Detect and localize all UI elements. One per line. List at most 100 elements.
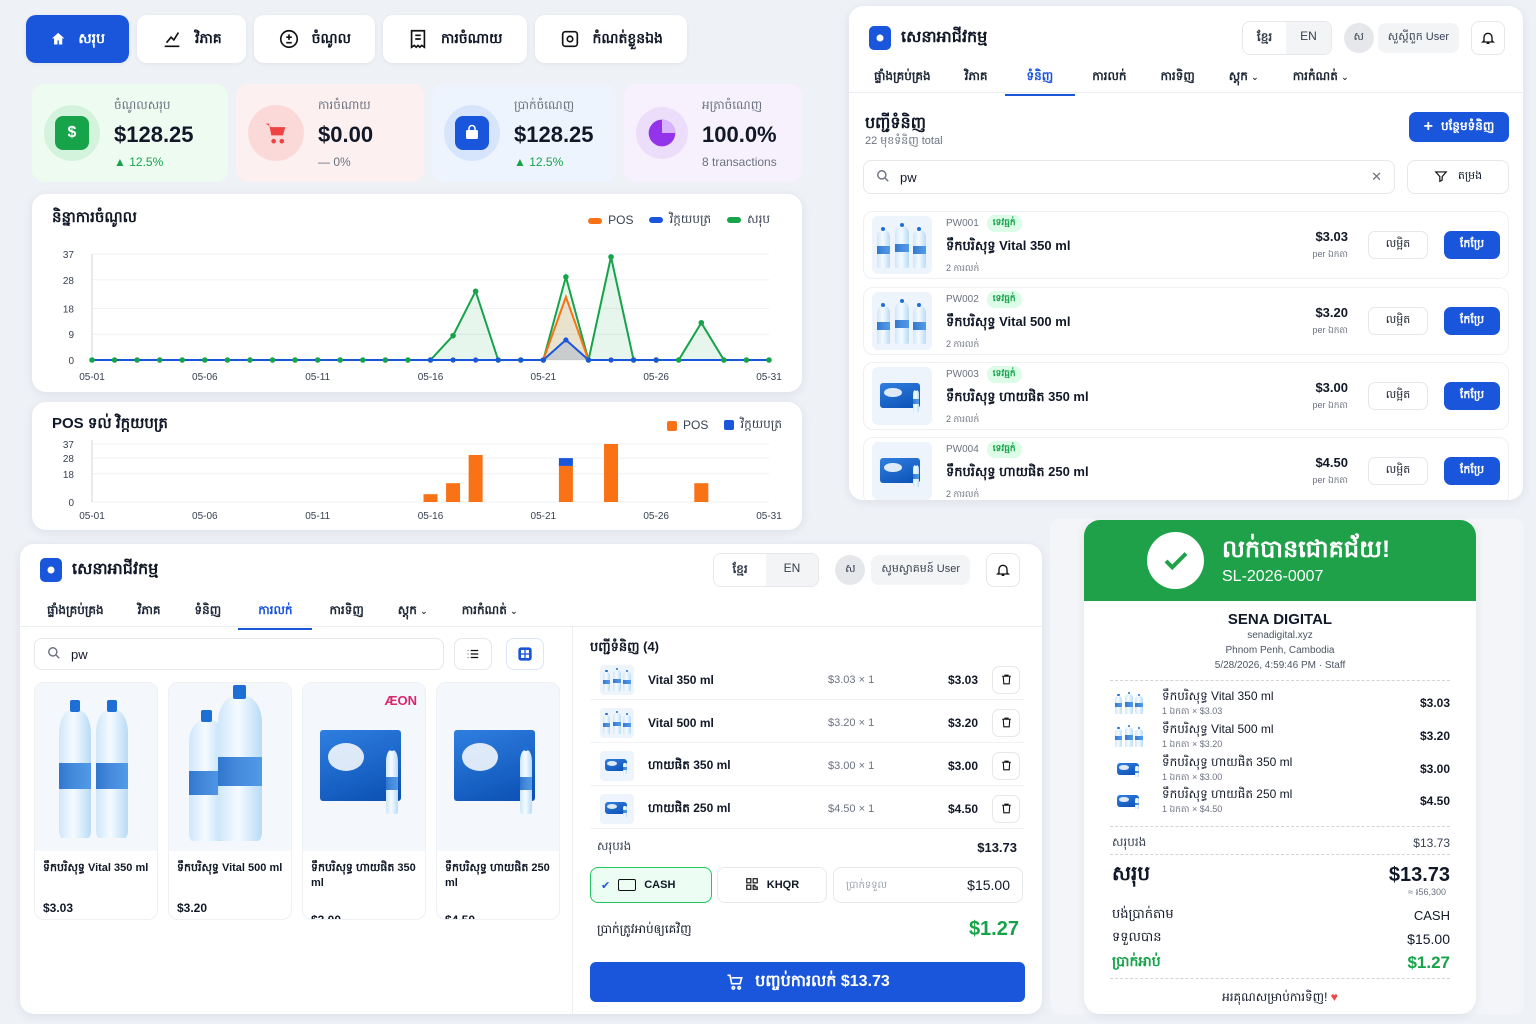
lang-en-option[interactable]: EN xyxy=(1286,22,1331,54)
data-point xyxy=(472,288,479,295)
receipt-item-name: ទឹកបរិសុទ្ធ Vital 500 ml xyxy=(1162,721,1274,736)
tab-analytics[interactable]: វិភាគ xyxy=(948,58,1005,96)
view-details-button[interactable]: លម្អិត xyxy=(1368,457,1428,485)
cart-item-name: Vital 350 ml xyxy=(648,672,714,687)
tab-dashboard[interactable]: ផ្ទាំងគ្រប់គ្រង xyxy=(30,592,121,630)
receipt-item-name: ទឹកបរិសុទ្ធ Vital 350 ml xyxy=(1162,688,1274,703)
bar xyxy=(694,483,709,502)
tab-purchases[interactable]: ការទិញ xyxy=(1143,58,1211,96)
product-name: ទឹកបរិសុទ្ធ ហាយផិត 350 ml xyxy=(946,388,1089,404)
user-menu[interactable]: សួស្តីពួក User xyxy=(1377,23,1459,53)
stat-card-expenses: ការចំណាយ $0.00 — 0% xyxy=(236,84,424,182)
product-card[interactable]: ÆON ទឹកបរិសុទ្ធ ហាយផិត 350 ml $3.00 xyxy=(302,682,426,920)
pay-cash-button[interactable]: ✔ CASH xyxy=(590,867,712,903)
edit-product-button[interactable]: កែប្រែ xyxy=(1444,231,1500,259)
product-row[interactable]: PW002 ទេវធ្មក់ ទឹកបរិសុទ្ធ Vital 500 ml 2 ក… xyxy=(863,287,1509,355)
grid-view-button[interactable] xyxy=(506,638,544,670)
nav-settings[interactable]: កំណត់ខ្លួនឯង xyxy=(534,15,687,63)
brand-logo: ÆON xyxy=(384,693,418,708)
receipt-method: បង់ប្រាក់តាម CASH xyxy=(1112,906,1450,923)
edit-product-button[interactable]: កែប្រែ xyxy=(1444,307,1500,335)
tab-stock[interactable]: ស្តុក ⌄ xyxy=(381,592,445,630)
view-details-button[interactable]: លម្អិត xyxy=(1368,382,1428,410)
list-view-button[interactable] xyxy=(454,638,492,670)
pay-khqr-button[interactable]: KHQR xyxy=(717,867,827,903)
user-menu[interactable]: សូមស្វាគមន៍ User xyxy=(871,555,970,585)
nav-overview[interactable]: សរុប xyxy=(26,15,129,63)
receipt-item-thumbnail xyxy=(1112,689,1146,717)
data-point xyxy=(450,357,456,363)
series-line xyxy=(92,338,769,361)
product-name: ទឹកបរិសុទ្ធ Vital 350 ml xyxy=(946,237,1071,253)
product-row[interactable]: PW004 ទេវធ្មក់ ទឹកបរិសុទ្ធ ហាយផិត 250 ml 2 … xyxy=(863,437,1509,500)
product-row[interactable]: PW003 ទេវធ្មក់ ទឹកបរិសុទ្ធ ហាយផិត 350 ml 2 … xyxy=(863,362,1509,430)
add-product-button[interactable]: + បន្ថែមទំនិញ xyxy=(1409,112,1509,142)
search-icon xyxy=(47,646,61,663)
tab-dashboard[interactable]: ផ្ទាំងគ្រប់គ្រង xyxy=(857,58,948,96)
cash-received-input[interactable]: ប្រាក់ទទួល $15.00 xyxy=(833,867,1023,903)
product-price: $3.00 xyxy=(1315,379,1348,395)
tab-purchases[interactable]: ការទិញ xyxy=(312,592,380,630)
stat-label: ចំណូលសរុប xyxy=(114,98,171,112)
cart-item-name: ហាយផិត 350 ml xyxy=(648,757,731,772)
stat-change: ▲ 12.5% xyxy=(114,155,164,169)
product-name: ទឹកបរិសុទ្ធ ហាយផិត 350 ml xyxy=(311,862,416,889)
product-image xyxy=(437,683,559,851)
trash-icon[interactable] xyxy=(992,708,1020,737)
avatar[interactable]: ស xyxy=(835,555,866,585)
view-details-button[interactable]: លម្អិត xyxy=(1368,307,1428,335)
cart-row: Vital 350 ml $3.03 × 1 $3.03 xyxy=(590,660,1024,700)
list-icon xyxy=(467,649,479,659)
receipt-item-qty: 1 ឯកតា × $3.20 xyxy=(1162,738,1223,749)
checkout-button[interactable]: បញ្ចប់ការលក់ $13.73 xyxy=(590,962,1025,1002)
chevron-down-icon: ⌄ xyxy=(420,606,428,616)
series-area xyxy=(92,339,769,360)
stat-change: — 0% xyxy=(318,155,351,169)
lang-en-option[interactable]: EN xyxy=(765,554,819,586)
product-card[interactable]: ទឹកបរិសុទ្ធ ហាយផិត 250 ml $4.50 xyxy=(436,682,560,920)
tab-stock[interactable]: ស្តុក ⌄ xyxy=(1212,58,1276,96)
cart-item-qty: $4.50 × 1 xyxy=(828,802,875,815)
pos-search[interactable]: pw xyxy=(34,638,444,670)
tab-products[interactable]: ទំនិញ xyxy=(1004,58,1076,96)
clear-icon[interactable]: ✕ xyxy=(1371,169,1382,185)
product-card[interactable]: ទឹកបរិសុទ្ធ Vital 500 ml $3.20 xyxy=(168,682,292,920)
cart-thumbnail xyxy=(600,793,634,824)
product-row[interactable]: PW001 ទេវធ្មក់ ទឹកបរិសុទ្ធ Vital 350 ml 2 ក… xyxy=(863,211,1509,279)
tab-products[interactable]: ទំនិញ xyxy=(178,592,239,630)
cart-item-qty: $3.20 × 1 xyxy=(828,716,875,729)
status-badge: ទេវធ្មក់ xyxy=(986,365,1022,383)
filter-button[interactable]: តម្រង xyxy=(1407,160,1509,194)
revenue-line-chart: 0 9 18 28 37 05-01 05-06 05-11 05-16 05-21 05-26 05… xyxy=(63,250,782,383)
change-due: ប្រាក់ត្រូវអាប់ឲ្យគេវិញ $1.27 xyxy=(597,918,1019,940)
stat-label: អត្រាចំណេញ xyxy=(702,98,763,112)
nav-income[interactable]: ចំណូល xyxy=(253,15,375,63)
tab-analytics[interactable]: វិភាគ xyxy=(121,592,178,630)
tab-settings[interactable]: ការកំណត់ ⌄ xyxy=(1276,58,1366,96)
search-input[interactable]: pw xyxy=(900,170,1361,185)
nav-analytics[interactable]: វិភាគ xyxy=(137,15,246,63)
data-point xyxy=(111,357,118,363)
bell-icon[interactable] xyxy=(1471,21,1505,55)
product-card[interactable]: ទឹកបរិសុទ្ធ Vital 350 ml $3.03 xyxy=(34,682,158,920)
lang-km-option[interactable]: ខ្មែរ xyxy=(1242,22,1287,54)
edit-product-button[interactable]: កែប្រែ xyxy=(1444,382,1500,410)
tab-sales[interactable]: ការលក់ xyxy=(1075,58,1143,96)
data-point xyxy=(698,319,705,326)
avatar[interactable]: ស xyxy=(1343,23,1374,53)
view-details-button[interactable]: លម្អិត xyxy=(1368,231,1428,259)
shop-address: Phnom Penh, Cambodia xyxy=(1225,645,1335,656)
trash-icon[interactable] xyxy=(992,794,1020,823)
trash-icon[interactable] xyxy=(992,665,1020,694)
bell-icon[interactable] xyxy=(986,553,1020,587)
stat-value: 100.0% xyxy=(702,122,777,147)
trash-icon[interactable] xyxy=(992,751,1020,780)
tab-sales[interactable]: ការលក់ xyxy=(238,592,313,630)
lang-km-option[interactable]: ខ្មែរ xyxy=(714,554,766,586)
search-input[interactable]: pw xyxy=(71,647,88,662)
nav-expenses[interactable]: ការចំណាយ xyxy=(382,15,527,63)
tab-settings[interactable]: ការកំណត់ ⌄ xyxy=(445,592,535,630)
edit-product-button[interactable]: កែប្រែ xyxy=(1444,457,1500,485)
product-search[interactable]: pw ✕ xyxy=(863,160,1395,194)
cart-row: ហាយផិត 250 ml $4.50 × 1 $4.50 xyxy=(590,789,1024,829)
